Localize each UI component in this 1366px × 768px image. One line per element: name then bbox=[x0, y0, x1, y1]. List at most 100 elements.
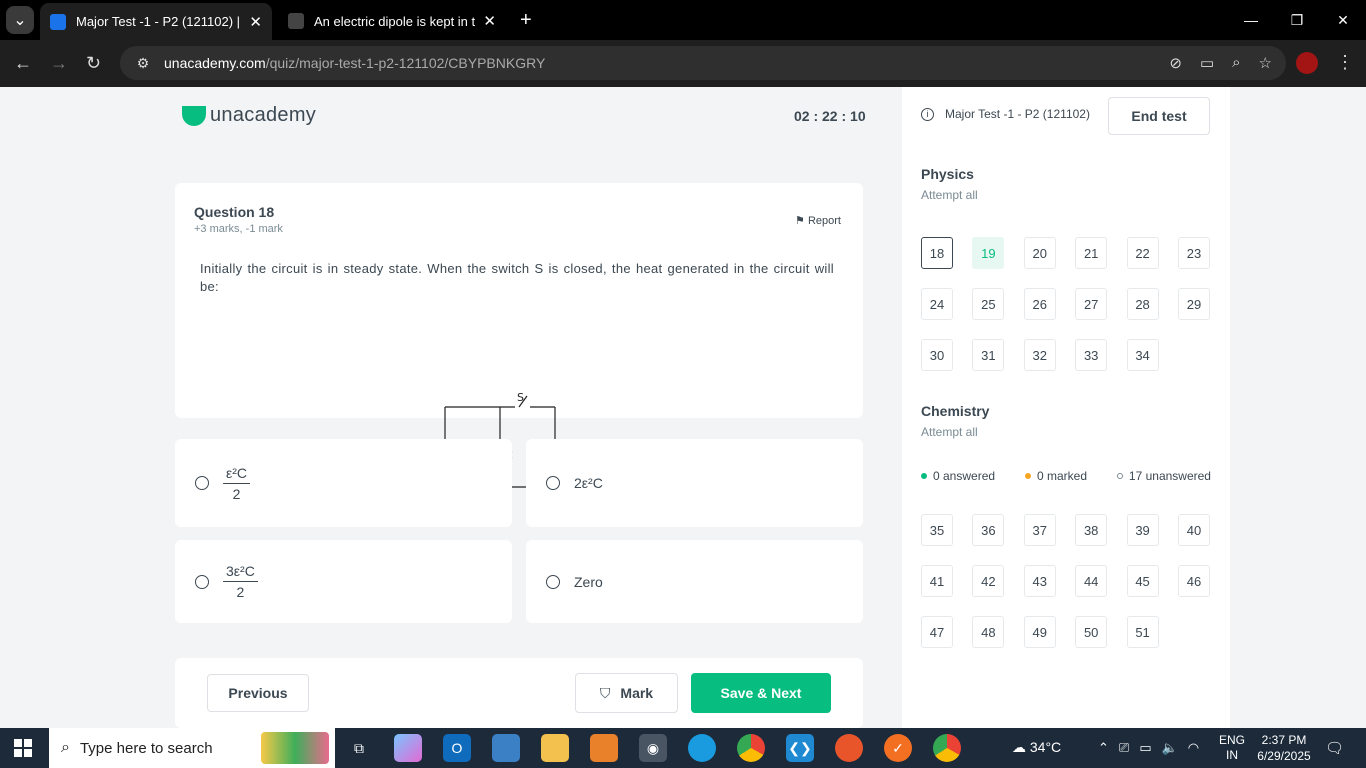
question-number-button[interactable]: 47 bbox=[921, 616, 953, 648]
question-number-button[interactable]: 48 bbox=[972, 616, 1005, 648]
notepad-app-icon[interactable] bbox=[590, 734, 618, 762]
question-number-button[interactable]: 24 bbox=[921, 288, 953, 320]
radio-button[interactable] bbox=[195, 476, 209, 490]
question-number-button[interactable]: 25 bbox=[972, 288, 1005, 320]
weather-widget[interactable]: ☁ 34°C bbox=[1012, 739, 1061, 756]
chrome-active-icon[interactable] bbox=[933, 734, 961, 762]
clock[interactable]: 2:37 PM 6/29/2025 bbox=[1254, 732, 1314, 764]
info-icon[interactable]: i bbox=[921, 107, 934, 121]
url-text[interactable]: unacademy.com/quiz/major-test-1-p2-12110… bbox=[164, 55, 545, 71]
question-number-button[interactable]: 29 bbox=[1177, 288, 1210, 320]
question-number-button[interactable]: 43 bbox=[1023, 565, 1056, 597]
wifi-icon[interactable]: ◠ bbox=[1188, 740, 1199, 756]
option-b[interactable]: 2ε²C bbox=[526, 439, 863, 527]
question-number-button[interactable]: 32 bbox=[1023, 339, 1056, 371]
zoom-icon[interactable]: ⌕ bbox=[1232, 54, 1240, 72]
install-app-icon[interactable]: ▭ bbox=[1200, 54, 1214, 72]
unacademy-logo[interactable]: unacademy bbox=[182, 104, 316, 127]
taskbar-search[interactable]: ⌕ Type here to search bbox=[49, 728, 335, 768]
option-d[interactable]: Zero bbox=[526, 540, 863, 623]
radio-button[interactable] bbox=[546, 476, 560, 490]
omni-icons: ⊘ ▭ ⌕ ☆ bbox=[1169, 54, 1272, 72]
question-number-button[interactable]: 50 bbox=[1075, 616, 1108, 648]
question-number-button[interactable]: 27 bbox=[1075, 288, 1108, 320]
question-number-button[interactable]: 21 bbox=[1075, 237, 1108, 269]
question-number-button[interactable]: 42 bbox=[972, 565, 1005, 597]
question-number-button[interactable]: 44 bbox=[1075, 565, 1108, 597]
new-tab-icon[interactable]: + bbox=[520, 9, 532, 32]
question-number-button[interactable]: 28 bbox=[1126, 288, 1159, 320]
radio-button[interactable] bbox=[195, 574, 209, 589]
question-number-button[interactable]: 49 bbox=[1023, 616, 1056, 648]
vscode-icon[interactable]: ❮❯ bbox=[786, 734, 814, 762]
mark-button[interactable]: ⛉ Mark bbox=[575, 673, 678, 713]
question-number-button[interactable]: 19 bbox=[972, 237, 1005, 269]
question-number-button[interactable]: 31 bbox=[972, 339, 1005, 371]
question-number-button[interactable]: 41 bbox=[921, 565, 953, 597]
tab-major-test[interactable]: Major Test -1 - P2 (121102) | Un ✕ bbox=[40, 3, 272, 40]
question-number-button[interactable]: 33 bbox=[1075, 339, 1108, 371]
question-number-button[interactable]: 23 bbox=[1177, 237, 1210, 269]
volume-icon[interactable]: 🔈 bbox=[1162, 740, 1178, 756]
profile-avatar[interactable] bbox=[1296, 52, 1318, 74]
end-test-button[interactable]: End test bbox=[1108, 97, 1210, 135]
back-icon[interactable]: ← bbox=[14, 53, 32, 74]
question-number-button[interactable]: 34 bbox=[1126, 339, 1159, 371]
meet-icon[interactable]: ⎚ bbox=[1119, 740, 1129, 756]
question-number-button[interactable]: 36 bbox=[972, 514, 1005, 546]
question-number-button[interactable]: 39 bbox=[1126, 514, 1159, 546]
app-check-icon[interactable]: ✓ bbox=[884, 734, 912, 762]
question-number-button[interactable]: 46 bbox=[1177, 565, 1210, 597]
camera-icon[interactable]: ◉ bbox=[639, 734, 667, 762]
task-view-icon[interactable]: ⧉ bbox=[345, 734, 373, 762]
unanswered-dot-icon bbox=[1116, 473, 1123, 479]
forward-icon[interactable]: → bbox=[50, 53, 68, 74]
option-a[interactable]: ε²C 2 bbox=[175, 439, 512, 527]
question-number-button[interactable]: 20 bbox=[1023, 237, 1056, 269]
notification-icon[interactable]: 🗨 bbox=[1325, 739, 1344, 757]
bookmark-star-icon[interactable]: ☆ bbox=[1259, 54, 1272, 72]
chrome-icon[interactable] bbox=[737, 734, 765, 762]
chevron-up-icon[interactable]: ⌃ bbox=[1098, 740, 1109, 756]
language-indicator[interactable]: ENG IN bbox=[1219, 733, 1245, 763]
battery-icon[interactable]: ▭ bbox=[1139, 740, 1151, 756]
taskbar-apps: ⧉ O ◉ ❮❯ ✓ bbox=[345, 734, 961, 762]
question-number-button[interactable]: 40 bbox=[1177, 514, 1210, 546]
reload-icon[interactable]: ↻ bbox=[86, 53, 101, 74]
firefox-icon[interactable] bbox=[835, 734, 863, 762]
legend-answered: 0 answered bbox=[921, 469, 995, 483]
outlook-icon[interactable]: O bbox=[443, 734, 471, 762]
question-number-button[interactable]: 35 bbox=[921, 514, 953, 546]
eye-off-icon[interactable]: ⊘ bbox=[1169, 54, 1182, 72]
save-next-button[interactable]: Save & Next bbox=[691, 673, 831, 713]
desktop-app-icon[interactable] bbox=[492, 734, 520, 762]
question-number-button[interactable]: 26 bbox=[1023, 288, 1056, 320]
tab-search-button[interactable]: ⌄ bbox=[6, 6, 34, 34]
close-tab-icon[interactable]: ✕ bbox=[249, 13, 262, 31]
close-tab-icon[interactable]: ✕ bbox=[483, 12, 496, 30]
question-number-button[interactable]: 37 bbox=[1023, 514, 1056, 546]
site-info-icon[interactable]: ⚙ bbox=[128, 55, 158, 72]
close-window-icon[interactable]: ✕ bbox=[1320, 0, 1366, 40]
question-number-button[interactable]: 18 bbox=[921, 237, 953, 269]
browser-menu-icon[interactable]: ⋮ bbox=[1336, 52, 1354, 73]
tab-electric-dipole[interactable]: An electric dipole is kept in the ✕ bbox=[278, 4, 506, 38]
option-c[interactable]: 3ε²C 2 bbox=[175, 540, 512, 623]
restore-icon[interactable]: ❐ bbox=[1274, 0, 1320, 40]
file-explorer-icon[interactable] bbox=[541, 734, 569, 762]
minimize-icon[interactable]: — bbox=[1228, 0, 1274, 40]
section-subtitle: Attempt all bbox=[921, 188, 978, 202]
question-number-button[interactable]: 51 bbox=[1126, 616, 1159, 648]
question-number-button[interactable]: 22 bbox=[1126, 237, 1159, 269]
report-button[interactable]: ⚑ Report bbox=[795, 214, 841, 227]
url-bar[interactable]: ⚙ unacademy.com/quiz/major-test-1-p2-121… bbox=[120, 46, 1286, 80]
windows-start-icon[interactable] bbox=[14, 739, 32, 757]
copilot-icon[interactable] bbox=[394, 734, 422, 762]
previous-button[interactable]: Previous bbox=[207, 674, 309, 712]
windows-taskbar: ⌕ Type here to search ⧉ O ◉ ❮❯ ✓ ☁ 34°C … bbox=[0, 728, 1366, 768]
question-number-button[interactable]: 45 bbox=[1126, 565, 1159, 597]
question-number-button[interactable]: 38 bbox=[1075, 514, 1108, 546]
question-number-button[interactable]: 30 bbox=[921, 339, 953, 371]
radio-button[interactable] bbox=[546, 574, 560, 589]
edge-icon[interactable] bbox=[688, 734, 716, 762]
